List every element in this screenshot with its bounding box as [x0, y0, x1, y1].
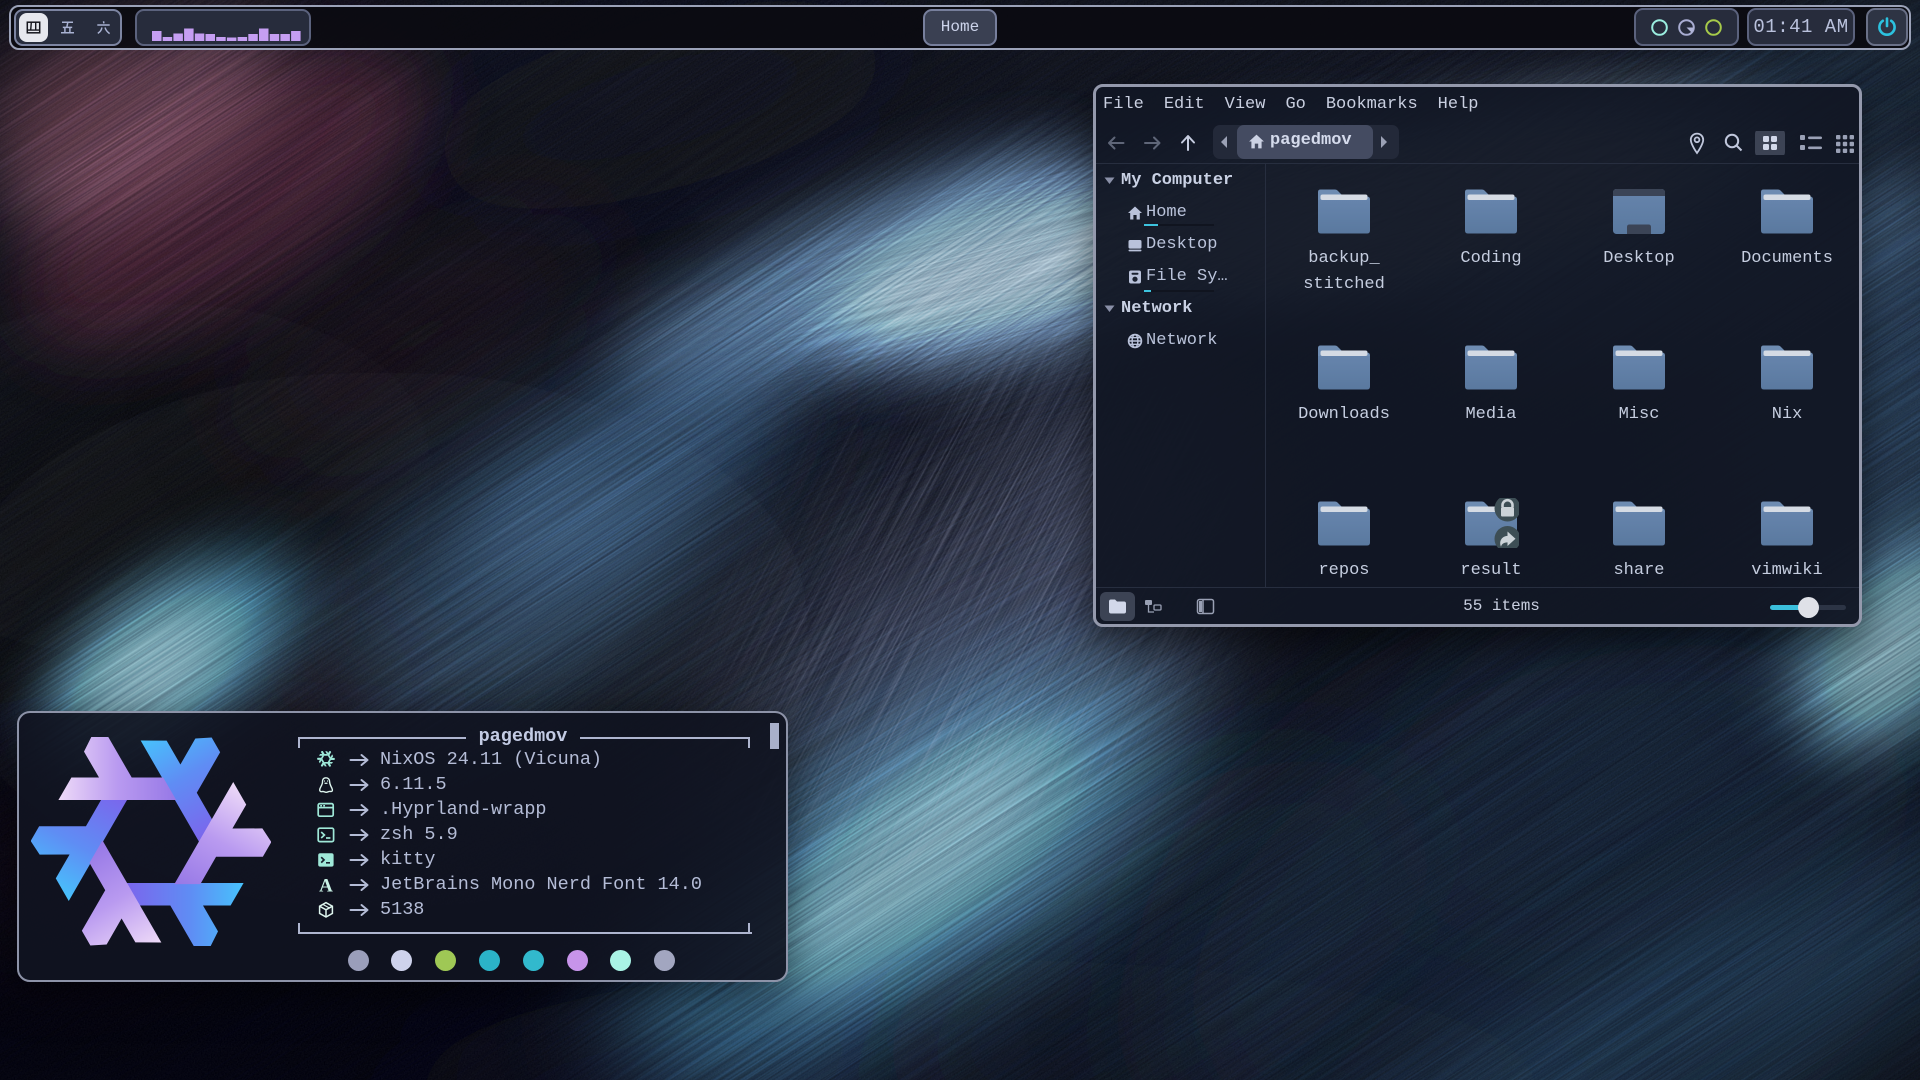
svg-text:A: A	[319, 876, 333, 894]
